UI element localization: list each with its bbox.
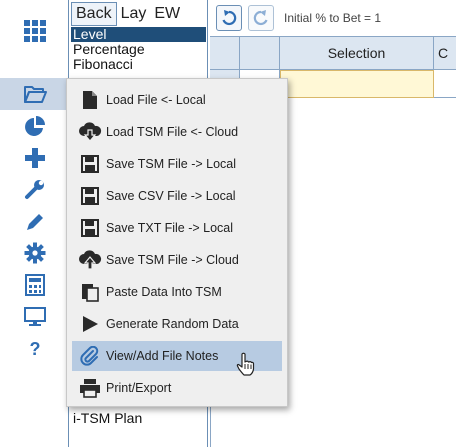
menu-item-load-cloud[interactable]: Load TSM File <- Cloud bbox=[72, 117, 282, 147]
play-triangle-icon bbox=[78, 312, 102, 336]
selection-cell[interactable] bbox=[280, 70, 434, 98]
svg-text:?: ? bbox=[30, 339, 41, 359]
redo-icon bbox=[253, 10, 268, 26]
pie-chart-icon[interactable] bbox=[22, 114, 48, 140]
calculator-icon[interactable] bbox=[22, 272, 48, 298]
grid-header-corner bbox=[210, 37, 240, 69]
menu-item-generate-random[interactable]: Generate Random Data bbox=[72, 309, 282, 339]
grid-header-blank bbox=[240, 37, 280, 69]
menu-item-load-local[interactable]: Load File <- Local bbox=[72, 85, 282, 115]
undo-icon bbox=[222, 10, 237, 26]
wrench-icon[interactable] bbox=[22, 176, 48, 202]
menu-item-save-csv-local[interactable]: Save CSV File -> Local bbox=[72, 181, 282, 211]
paperclip-icon bbox=[78, 344, 102, 368]
row-cell[interactable] bbox=[434, 70, 456, 98]
help-icon[interactable]: ? bbox=[22, 336, 48, 362]
save-disk-icon bbox=[78, 184, 102, 208]
tab-back[interactable]: Back bbox=[71, 2, 117, 26]
redo-button[interactable] bbox=[248, 5, 274, 31]
printer-icon bbox=[78, 376, 102, 400]
monitor-icon[interactable] bbox=[22, 304, 48, 330]
sizing-option-percentage[interactable]: Percentage bbox=[71, 42, 206, 57]
tab-ew[interactable]: EW bbox=[150, 3, 184, 25]
grid-header: Selection C bbox=[210, 36, 456, 70]
initial-bet-label: Initial % to Bet = 1 bbox=[284, 11, 382, 25]
tab-lay[interactable]: Lay bbox=[117, 3, 151, 25]
grid-header-next[interactable]: C bbox=[434, 37, 456, 69]
cloud-download-icon bbox=[78, 120, 102, 144]
save-disk-icon bbox=[78, 216, 102, 240]
paste-icon bbox=[78, 280, 102, 304]
plus-icon[interactable] bbox=[22, 145, 48, 171]
top-bar: Initial % to Bet = 1 bbox=[210, 0, 456, 36]
menu-item-save-tsm-cloud[interactable]: Save TSM File -> Cloud bbox=[72, 245, 282, 275]
pencil-icon[interactable] bbox=[22, 209, 48, 235]
menu-item-save-tsm-local[interactable]: Save TSM File -> Local bbox=[72, 149, 282, 179]
hand-cursor-icon bbox=[236, 352, 256, 379]
sizing-option-level[interactable]: Level bbox=[71, 27, 206, 42]
left-toolbar: ? bbox=[0, 0, 68, 447]
file-icon bbox=[78, 88, 102, 112]
grid-header-selection[interactable]: Selection bbox=[280, 37, 434, 69]
folder-open-icon[interactable] bbox=[22, 81, 48, 107]
cloud-upload-icon bbox=[78, 248, 102, 272]
gear-icon[interactable] bbox=[22, 240, 48, 266]
save-disk-icon bbox=[78, 152, 102, 176]
undo-button[interactable] bbox=[216, 5, 242, 31]
menu-item-save-txt-local[interactable]: Save TXT File -> Local bbox=[72, 213, 282, 243]
mode-tabs: Back Lay EW bbox=[71, 2, 184, 26]
sizing-method-list: Level Percentage Fibonacci bbox=[71, 27, 206, 72]
plan-item[interactable]: i-TSM Plan bbox=[73, 410, 142, 426]
sizing-option-fibonacci[interactable]: Fibonacci bbox=[71, 57, 206, 72]
menu-item-paste-data[interactable]: Paste Data Into TSM bbox=[72, 277, 282, 307]
apps-grid-icon[interactable] bbox=[22, 18, 48, 44]
